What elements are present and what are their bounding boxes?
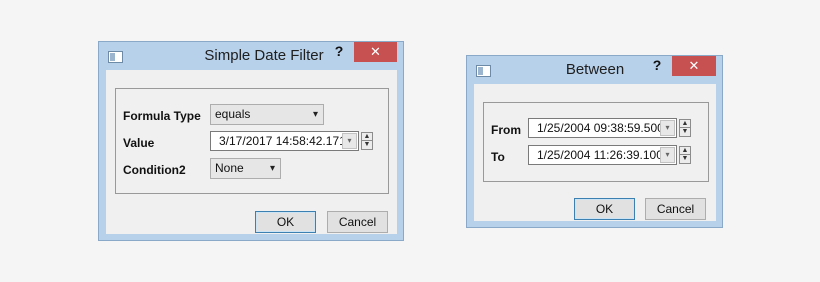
- formula-type-dropdown[interactable]: equals ▾: [210, 104, 324, 125]
- dialog-client-area: From 1/25/2004 09:38:59.500 ▾ ▲ ▼ To 1/2…: [474, 84, 716, 221]
- ok-button[interactable]: OK: [255, 211, 316, 233]
- title-bar[interactable]: Between ? ✕: [467, 56, 722, 82]
- spin-down-icon[interactable]: ▼: [680, 155, 690, 163]
- ok-button[interactable]: OK: [574, 198, 635, 220]
- range-group-box: From 1/25/2004 09:38:59.500 ▾ ▲ ▼ To 1/2…: [483, 102, 709, 182]
- date-dropdown-icon[interactable]: ▾: [660, 120, 675, 136]
- help-button[interactable]: ?: [330, 43, 348, 61]
- window-icon: [108, 51, 123, 63]
- cancel-button[interactable]: Cancel: [327, 211, 388, 233]
- formula-type-label: Formula Type: [123, 109, 201, 123]
- cancel-button[interactable]: Cancel: [645, 198, 706, 220]
- from-spinner[interactable]: ▲ ▼: [679, 119, 691, 137]
- to-date-field[interactable]: 1/25/2004 11:26:39.100 ▾: [528, 145, 677, 165]
- to-label: To: [491, 150, 505, 164]
- from-date-text: 1/25/2004 09:38:59.500: [537, 121, 664, 135]
- value-date-text: 3/17/2017 14:58:42.171: [219, 134, 346, 148]
- close-button[interactable]: ✕: [354, 42, 397, 62]
- chevron-down-icon: ▾: [312, 109, 318, 120]
- dialog-client-area: Formula Type equals ▾ Value 3/17/2017 14…: [106, 70, 397, 234]
- help-button[interactable]: ?: [648, 57, 666, 75]
- spin-up-icon[interactable]: ▲: [362, 133, 372, 141]
- condition2-dropdown[interactable]: None ▾: [210, 158, 281, 179]
- from-date-field[interactable]: 1/25/2004 09:38:59.500 ▾: [528, 118, 677, 138]
- spin-up-icon[interactable]: ▲: [680, 147, 690, 155]
- window-icon: [476, 65, 491, 77]
- condition2-label: Condition2: [123, 163, 186, 177]
- value-label: Value: [123, 136, 155, 150]
- spin-up-icon[interactable]: ▲: [680, 120, 690, 128]
- condition2-value: None: [215, 161, 244, 175]
- simple-date-filter-dialog: Simple Date Filter ? ✕ Formula Type equa…: [98, 41, 404, 241]
- spin-down-icon[interactable]: ▼: [680, 128, 690, 136]
- chevron-down-icon: ▾: [269, 163, 275, 174]
- dialog-title: Between: [565, 61, 625, 78]
- spin-down-icon[interactable]: ▼: [362, 141, 372, 149]
- filter-group-box: Formula Type equals ▾ Value 3/17/2017 14…: [115, 88, 389, 194]
- between-dialog: Between ? ✕ From 1/25/2004 09:38:59.500 …: [466, 55, 723, 228]
- date-dropdown-icon[interactable]: ▾: [342, 133, 357, 149]
- formula-type-value: equals: [215, 107, 251, 121]
- from-label: From: [491, 123, 521, 137]
- to-date-text: 1/25/2004 11:26:39.100: [537, 148, 663, 162]
- to-spinner[interactable]: ▲ ▼: [679, 146, 691, 164]
- value-spinner[interactable]: ▲ ▼: [361, 132, 373, 150]
- date-dropdown-icon[interactable]: ▾: [660, 147, 675, 163]
- close-button[interactable]: ✕: [672, 56, 716, 76]
- value-date-field[interactable]: 3/17/2017 14:58:42.171 ▾: [210, 131, 359, 151]
- title-bar[interactable]: Simple Date Filter ? ✕: [99, 42, 403, 68]
